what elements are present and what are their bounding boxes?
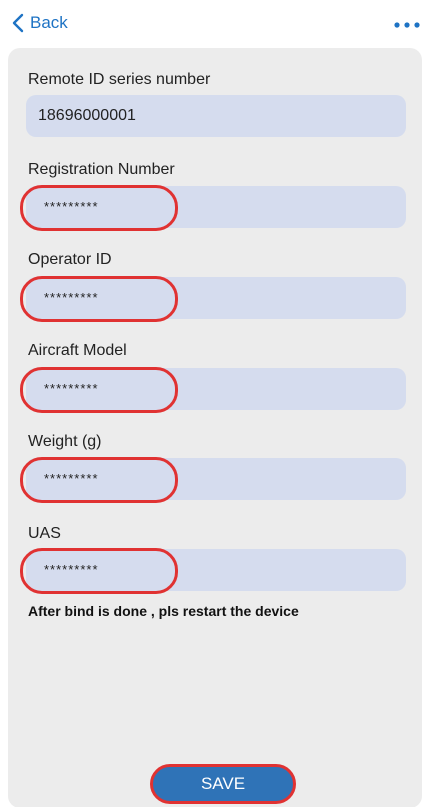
- uas-value: *********: [44, 562, 99, 577]
- more-icon[interactable]: [392, 18, 422, 32]
- weight-field[interactable]: *********: [20, 457, 406, 503]
- aircraft-model-label: Aircraft Model: [28, 342, 127, 359]
- aircraft-model-value: *********: [44, 381, 99, 396]
- chevron-left-icon: [12, 13, 24, 33]
- aircraft-model-field[interactable]: *********: [20, 367, 406, 413]
- page: Back Remote ID series number 18696000001…: [0, 0, 430, 807]
- weight-value: *********: [44, 471, 99, 486]
- registration-number-value: *********: [44, 199, 99, 214]
- top-bar: Back: [0, 0, 430, 48]
- operator-id-value: *********: [44, 290, 99, 305]
- registration-number-field[interactable]: *********: [20, 185, 406, 231]
- operator-id-field[interactable]: *********: [20, 276, 406, 322]
- weight-label: Weight (g): [28, 433, 102, 450]
- back-button[interactable]: Back: [12, 12, 68, 34]
- uas-field[interactable]: *********: [20, 548, 406, 594]
- uas-label: UAS: [28, 525, 61, 542]
- operator-id-label: Operator ID: [28, 251, 112, 268]
- remote-id-value: 18696000001: [38, 107, 136, 124]
- save-button[interactable]: SAVE: [150, 764, 296, 804]
- back-label: Back: [30, 13, 68, 32]
- remote-id-label: Remote ID series number: [28, 71, 211, 88]
- registration-number-label: Registration Number: [28, 161, 175, 178]
- restart-notice: After bind is done , pls restart the dev…: [28, 603, 299, 619]
- remote-id-field[interactable]: 18696000001: [26, 95, 406, 137]
